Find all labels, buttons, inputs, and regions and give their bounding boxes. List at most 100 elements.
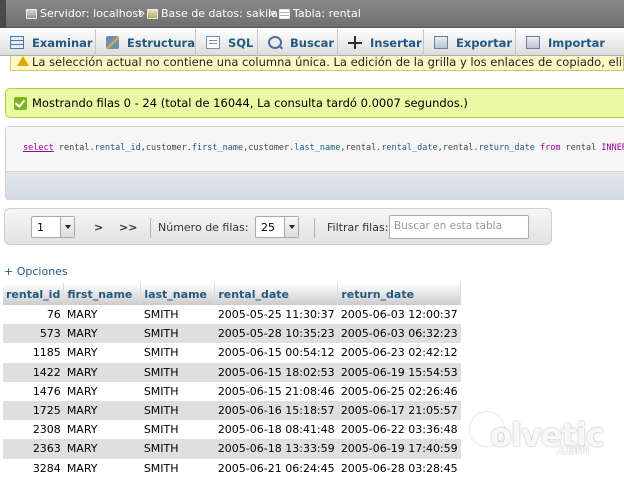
sql-query: select rental.rental_id,customer.first_n…	[23, 143, 624, 153]
divider	[314, 218, 315, 238]
table-cell: 2005-06-28 03:28:45	[337, 458, 461, 477]
watermark-domain: .com	[555, 442, 590, 458]
table-cell: 2005-06-15 00:54:12	[214, 343, 338, 363]
table-row[interactable]: 1476 MARY SMITH 2005-06-15 21:08:46 2005…	[3, 381, 461, 401]
table-row[interactable]: 1422 MARY SMITH 2005-06-15 18:02:53 2005…	[3, 362, 461, 382]
table-header-row: rental_id first_name last_name rental_da…	[3, 283, 462, 305]
tab-bar: Examinar Estructura SQL Buscar Insertar …	[0, 29, 624, 56]
tab-examinar[interactable]: Examinar	[0, 29, 96, 56]
table-cell: 2005-05-28 10:35:23	[214, 324, 338, 344]
table-cell: 76	[3, 305, 64, 325]
results-table: rental_id first_name last_name rental_da…	[3, 283, 462, 477]
column-header-rental-id[interactable]: rental_id	[3, 283, 65, 305]
table-cell: MARY	[63, 362, 141, 382]
table-cell: MARY	[63, 381, 141, 401]
options-link[interactable]: + Opciones	[4, 265, 68, 278]
breadcrumb-separator: »	[269, 6, 277, 20]
table-row[interactable]: 1725 MARY SMITH 2005-06-16 15:18:57 2005…	[3, 400, 461, 421]
server-icon	[26, 8, 37, 19]
warning-icon	[17, 56, 29, 66]
table-row[interactable]: 76 MARY SMITH 2005-05-25 11:30:37 2005-0…	[3, 305, 461, 325]
breadcrumb-server[interactable]: Servidor: localhost	[26, 7, 142, 20]
sql-keyword-join: INNER JO	[601, 143, 624, 153]
table-cell: MARY	[63, 305, 141, 325]
sql-query-box: select rental.rental_id,customer.first_n…	[5, 126, 624, 200]
tab-sql[interactable]: SQL	[196, 29, 258, 56]
tab-label: Importar	[548, 35, 605, 50]
tab-exportar[interactable]: Exportar	[424, 29, 516, 56]
breadcrumb-table-label: Tabla: rental	[293, 7, 361, 20]
warning-message: La selección actual no contiene una colu…	[10, 56, 624, 71]
table-cell: 1185	[3, 343, 64, 363]
insert-icon	[348, 36, 362, 49]
tab-importar[interactable]: Importar	[516, 29, 624, 56]
warning-text: La selección actual no contiene una colu…	[32, 56, 623, 69]
table-cell: 2005-05-25 11:30:37	[214, 305, 338, 325]
tab-insertar[interactable]: Insertar	[338, 29, 424, 56]
sql-text: ,rental.	[340, 143, 382, 153]
watermark-word: olvetic	[490, 416, 605, 454]
table-cell: MARY	[63, 420, 141, 440]
table-row[interactable]: 3284 MARY SMITH 2005-06-21 06:24:45 2005…	[3, 458, 461, 477]
sql-query-area: select rental.rental_id,customer.first_n…	[6, 127, 624, 172]
table-row[interactable]: 1185 MARY SMITH 2005-06-15 00:54:12 2005…	[3, 343, 461, 363]
sql-keyword-select[interactable]: select	[23, 143, 54, 153]
table-cell: 2005-06-15 18:02:53	[214, 362, 338, 382]
column-header-last-name[interactable]: last_name	[140, 283, 216, 305]
tab-label: Insertar	[370, 35, 422, 50]
table-row[interactable]: 2308 MARY SMITH 2005-06-18 08:41:48 2005…	[3, 420, 461, 440]
rows-count-value: 25	[261, 221, 275, 234]
navigation-bar: 1 > >> Número de filas: 25 Filtrar filas…	[4, 208, 552, 245]
column-header-rental-date[interactable]: rental_date	[214, 283, 339, 305]
tab-estructura[interactable]: Estructura	[96, 29, 196, 56]
table-cell: SMITH	[140, 343, 215, 363]
sql-field: first_name	[191, 143, 244, 153]
tab-label: Estructura	[127, 35, 195, 50]
success-message: Mostrando filas 0 - 24 (total de 16044, …	[5, 88, 624, 118]
breadcrumb-accent	[0, 0, 6, 28]
table-cell: MARY	[63, 324, 141, 344]
column-header-return-date[interactable]: return_date	[337, 283, 462, 305]
filter-rows-input[interactable]	[394, 220, 526, 232]
sql-keyword-from: from	[534, 143, 561, 153]
sql-field: rental_date	[381, 143, 438, 153]
sql-footer	[6, 173, 624, 200]
filter-rows-label: Filtrar filas:	[327, 221, 389, 234]
sql-icon	[206, 36, 220, 49]
watermark-logo: olvetic .com	[470, 408, 620, 468]
sql-text: rental.	[53, 143, 95, 153]
search-icon	[268, 36, 282, 49]
table-cell: SMITH	[140, 362, 215, 382]
tab-label: Buscar	[290, 35, 335, 50]
chevron-down-icon	[60, 217, 74, 237]
next-page-button[interactable]: >	[94, 221, 103, 234]
table-cell: SMITH	[140, 324, 215, 344]
filter-rows-field	[389, 215, 529, 239]
sql-text: ,rental.	[437, 143, 479, 153]
table-cell: 2005-06-18 13:33:59	[214, 439, 338, 459]
rows-count-select[interactable]: 25	[255, 216, 299, 238]
breadcrumb-database[interactable]: Base de datos: sakila	[147, 7, 278, 20]
table-cell: 2005-06-21 06:24:45	[214, 458, 338, 477]
table-cell: 2005-06-19 15:54:53	[337, 362, 461, 382]
table-cell: SMITH	[140, 458, 215, 477]
tab-buscar[interactable]: Buscar	[258, 29, 338, 56]
export-icon	[434, 36, 448, 49]
breadcrumb-table[interactable]: Tabla: rental	[279, 7, 361, 20]
page-select-value: 1	[37, 221, 44, 234]
page-select[interactable]: 1	[31, 216, 75, 238]
table-cell: SMITH	[140, 420, 215, 440]
logo-ring-icon	[470, 412, 504, 446]
import-icon	[526, 36, 540, 49]
sql-field: return_date	[478, 143, 535, 153]
table-row[interactable]: 2363 MARY SMITH 2005-06-18 13:33:59 2005…	[3, 439, 461, 459]
tab-label: Exportar	[456, 35, 513, 50]
table-cell: 2005-06-25 02:26:46	[337, 381, 461, 401]
column-header-first-name[interactable]: first_name	[63, 283, 142, 305]
table-row[interactable]: 573 MARY SMITH 2005-05-28 10:35:23 2005-…	[3, 324, 461, 344]
table-cell: SMITH	[140, 381, 215, 401]
last-page-button[interactable]: >>	[119, 221, 137, 234]
breadcrumb-server-label: Servidor: localhost	[40, 7, 143, 20]
table-cell: 2005-06-19 17:40:59	[337, 439, 461, 459]
structure-icon	[106, 36, 119, 49]
